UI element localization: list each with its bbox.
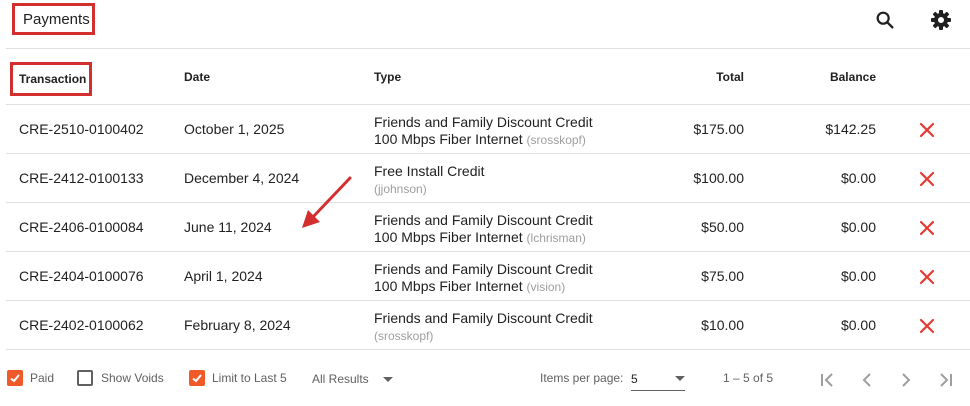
transaction-balance: $0.00: [840, 219, 876, 235]
annotation-arrow-icon: [302, 176, 352, 228]
table-row[interactable]: CRE-2402-0100062 February 8, 2024 Friend…: [0, 301, 970, 350]
header-divider: [6, 48, 970, 49]
user-name: (lchrisman): [526, 231, 586, 245]
results-filter-select[interactable]: All Results: [312, 367, 402, 391]
transaction-total: $10.00: [701, 317, 744, 333]
items-per-page-label: Items per page:: [540, 371, 624, 385]
service-name: 100 Mbps Fiber Internet: [374, 278, 523, 294]
transaction-type: Free Install Credit: [374, 163, 485, 179]
transaction-date: April 1, 2024: [184, 268, 263, 284]
show-voids-label: Show Voids: [101, 371, 164, 385]
col-total[interactable]: Total: [644, 70, 744, 84]
close-icon[interactable]: [918, 317, 936, 335]
show-voids-checkbox[interactable]: [77, 370, 93, 386]
chevron-down-icon: [382, 376, 393, 382]
transaction-date: June 11, 2024: [184, 219, 272, 235]
transaction-service: 100 Mbps Fiber Internet (srosskopf): [374, 131, 586, 147]
row-divider: [6, 349, 970, 350]
results-filter-value: All Results: [312, 372, 369, 386]
items-per-page-value: 5: [631, 371, 638, 386]
transaction-type: Friends and Family Discount Credit: [374, 212, 593, 228]
previous-page-icon[interactable]: [855, 368, 879, 392]
last-page-icon[interactable]: [934, 368, 958, 392]
transaction-total: $100.00: [693, 170, 744, 186]
limit-last-5-checkbox[interactable]: [189, 370, 205, 386]
col-type[interactable]: Type: [374, 70, 401, 84]
transaction-total: $175.00: [693, 121, 744, 137]
transaction-date: February 8, 2024: [184, 317, 291, 333]
transaction-date: December 4, 2024: [184, 170, 300, 186]
close-icon[interactable]: [918, 268, 936, 286]
transaction-total: $75.00: [701, 268, 744, 284]
col-transaction[interactable]: Transaction: [10, 62, 92, 96]
transaction-balance: $0.00: [840, 170, 876, 186]
transaction-type: Friends and Family Discount Credit: [374, 310, 593, 326]
close-icon[interactable]: [918, 170, 936, 188]
transaction-id: CRE-2510-0100402: [19, 121, 144, 137]
col-date[interactable]: Date: [184, 70, 210, 84]
col-balance[interactable]: Balance: [776, 70, 876, 84]
transaction-balance: $0.00: [840, 268, 876, 284]
table-header: Transaction Date Type Total Balance: [0, 52, 970, 102]
paid-label: Paid: [30, 371, 55, 385]
table-row[interactable]: CRE-2412-0100133 December 4, 2024 Free I…: [0, 154, 970, 203]
next-page-icon[interactable]: [894, 368, 918, 392]
user-name: (srosskopf): [526, 133, 586, 147]
transaction-service: (jjohnson): [374, 180, 427, 196]
table-footer: Paid Show Voids Limit to Last 5 All Resu…: [0, 360, 970, 400]
service-name: 100 Mbps Fiber Internet: [374, 131, 523, 147]
transaction-service: (srosskopf): [374, 327, 433, 343]
page-header: Payments: [0, 0, 970, 44]
user-name: (jjohnson): [374, 182, 427, 196]
chevron-down-icon: [675, 376, 685, 381]
table-row[interactable]: CRE-2404-0100076 April 1, 2024 Friends a…: [0, 252, 970, 301]
transaction-id: CRE-2412-0100133: [19, 170, 144, 186]
table-row[interactable]: CRE-2406-0100084 June 11, 2024 Friends a…: [0, 203, 970, 252]
table-row[interactable]: CRE-2510-0100402 October 1, 2025 Friends…: [0, 105, 970, 154]
paid-checkbox[interactable]: [7, 370, 23, 386]
transaction-total: $50.00: [701, 219, 744, 235]
limit-last-5-label: Limit to Last 5: [212, 371, 287, 385]
transaction-balance: $142.25: [825, 121, 876, 137]
service-name: 100 Mbps Fiber Internet: [374, 229, 523, 245]
close-icon[interactable]: [918, 219, 936, 237]
items-per-page-select[interactable]: 5: [631, 367, 685, 391]
user-name: (vision): [526, 280, 566, 294]
transaction-service: 100 Mbps Fiber Internet (lchrisman): [374, 229, 586, 245]
user-name: (srosskopf): [374, 329, 434, 343]
transaction-date: October 1, 2025: [184, 121, 285, 137]
transaction-balance: $0.00: [840, 317, 876, 333]
pagination-range: 1 – 5 of 5: [723, 371, 774, 385]
close-icon[interactable]: [918, 121, 936, 139]
transaction-id: CRE-2406-0100084: [19, 219, 144, 235]
page-title: Payments: [12, 3, 95, 35]
search-icon[interactable]: [873, 8, 897, 32]
gear-icon[interactable]: [929, 8, 953, 32]
transaction-type: Friends and Family Discount Credit: [374, 261, 593, 277]
transaction-id: CRE-2402-0100062: [19, 317, 144, 333]
transaction-type: Friends and Family Discount Credit: [374, 114, 593, 130]
transaction-service: 100 Mbps Fiber Internet (vision): [374, 278, 565, 294]
first-page-icon[interactable]: [815, 368, 839, 392]
transaction-id: CRE-2404-0100076: [19, 268, 144, 284]
